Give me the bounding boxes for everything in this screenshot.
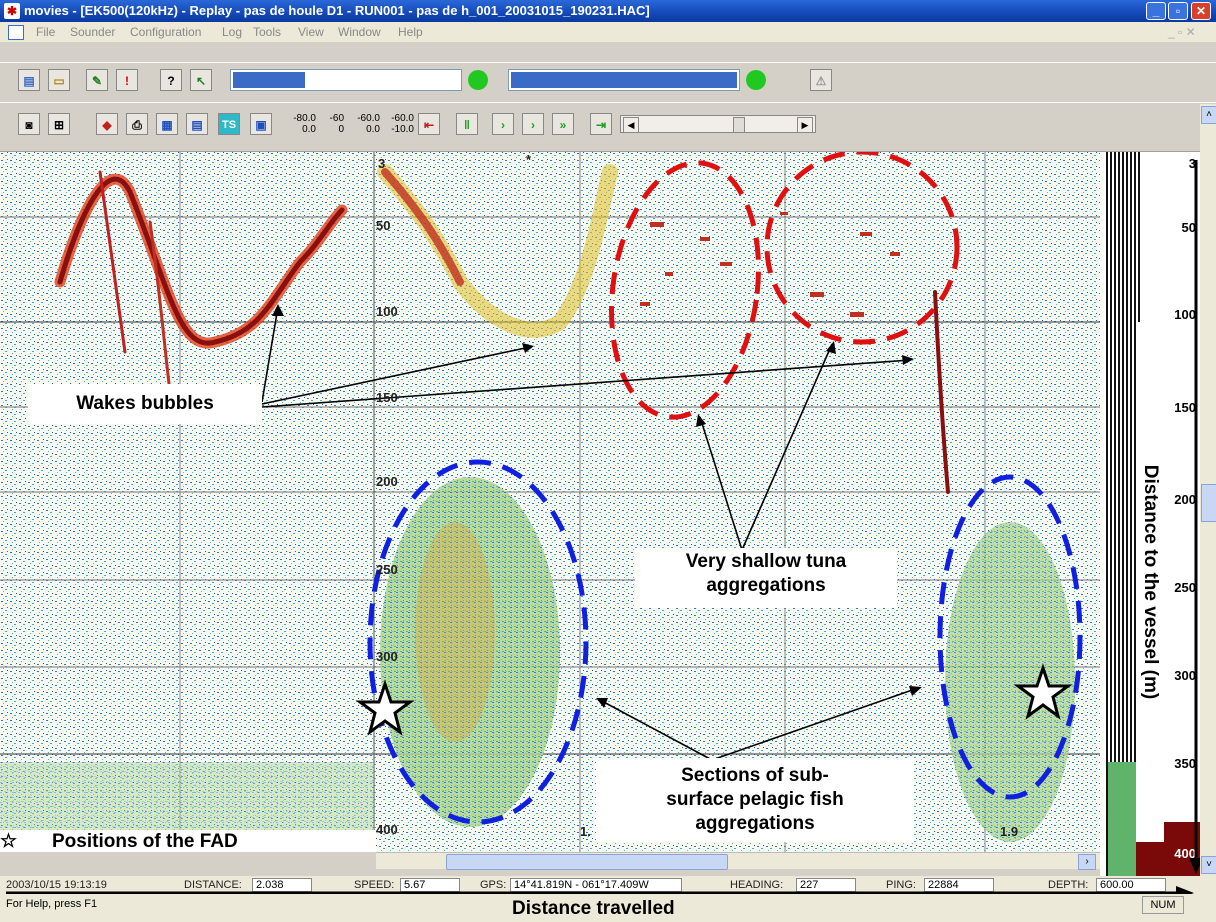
grid-depth-100: 100 (376, 304, 398, 319)
scroll-up-button[interactable]: ˄ (1201, 106, 1216, 124)
play-button[interactable]: › (522, 113, 544, 135)
num-lock-indicator: NUM (1142, 896, 1184, 914)
alert-button[interactable]: ! (116, 69, 138, 91)
step-forward-button[interactable]: › (492, 113, 514, 135)
threshold-4: -60.0 -10.0 (391, 113, 414, 135)
help-button[interactable]: ? (160, 69, 182, 91)
replay-toolbar: ◙ ⊞ ◆ ⎙ ▦ ▤ TS ▣ -80.0 0.0 -60 0 -60.0 0.0 … (0, 102, 1216, 152)
chart-button[interactable]: ▤ (186, 113, 208, 135)
grid-button[interactable]: ▦ (156, 113, 178, 135)
ts-button[interactable]: TS (218, 113, 240, 135)
threshold-1: -80.0 0.0 (293, 113, 316, 135)
scroll-down-button[interactable]: ˅ (1201, 856, 1216, 874)
grid-depth-50: 50 (376, 218, 391, 233)
title-bar: ✱ movies - [EK500(120kHz) - Replay - pas… (0, 0, 1216, 22)
network-button[interactable]: ⊞ (48, 113, 70, 135)
progress-bar-1 (230, 69, 462, 91)
vertical-scrollbar[interactable]: ˄ ˅ (1200, 104, 1216, 876)
echogram-plot[interactable] (0, 152, 1100, 852)
threshold-2: -60 0 (329, 113, 344, 135)
grid-depth-3: 3 (378, 156, 386, 171)
open-file-button[interactable]: ▤ (18, 69, 40, 91)
menu-view[interactable]: View (298, 25, 324, 39)
menu-log[interactable]: Log (222, 25, 242, 39)
status-bar: For Help, press F1 Distance travelled NU… (0, 894, 1216, 922)
menu-file[interactable]: File (36, 25, 55, 39)
echogram-button[interactable]: ◆ (96, 113, 118, 135)
help-text: For Help, press F1 (6, 898, 98, 910)
menu-configuration[interactable]: Configuration (130, 25, 201, 39)
bottom-marker-1: 1. (580, 824, 591, 839)
go-end-button[interactable]: ⇥ (590, 113, 612, 135)
echogram-background (0, 152, 1100, 852)
echogram-panel[interactable]: 3 50 100 150 200 250 300 400 1. 1.9 * Wa… (0, 152, 1100, 852)
close-button[interactable]: ✕ (1191, 2, 1211, 20)
threshold-3: -60.0 0.0 (357, 113, 380, 135)
horizontal-scroll-thumb[interactable] (446, 854, 728, 870)
scroll-right-button[interactable]: › (1078, 854, 1096, 870)
maximize-button[interactable]: ▫ (1168, 2, 1188, 20)
tuna-callout: Very shallow tuna aggregations (635, 548, 897, 608)
fad-callout: ☆ Positions of the FAD (0, 830, 376, 852)
progress-bar-2 (508, 69, 740, 91)
menu-bar: File Sounder Configuration Log Tools Vie… (0, 22, 1216, 42)
config-button[interactable]: ✎ (86, 69, 108, 91)
menu-help[interactable]: Help (398, 25, 423, 39)
exit-button[interactable]: ⇤ (418, 113, 440, 135)
main-toolbar: ▤ ▭ ✎ ! ? ↖ ⚠ (0, 62, 1216, 104)
folder-button[interactable]: ▭ (48, 69, 70, 91)
mdi-controls[interactable]: _ ▫ ✕ (1168, 25, 1196, 39)
context-help-button[interactable]: ↖ (190, 69, 212, 91)
x-axis-label: Distance travelled (512, 898, 675, 919)
menu-window[interactable]: Window (338, 25, 381, 39)
bottom-marker-2: 1.9 (1000, 824, 1019, 839)
document-icon[interactable] (8, 25, 24, 40)
app-icon[interactable]: ✱ (4, 3, 20, 19)
horizontal-scrollbar[interactable]: › (376, 852, 1100, 870)
grid-depth-150: 150 (376, 390, 398, 405)
menu-sounder[interactable]: Sounder (70, 25, 115, 39)
replay-slider[interactable]: ◀ ▶ (620, 115, 816, 133)
grid-depth-300: 300 (376, 649, 398, 664)
menu-tools[interactable]: Tools (253, 25, 281, 39)
camera-button[interactable]: ◙ (18, 113, 40, 135)
warning-button[interactable]: ⚠ (810, 69, 832, 91)
map-button[interactable]: ▣ (250, 113, 272, 135)
minimize-button[interactable]: _ (1146, 2, 1166, 20)
fast-forward-button[interactable]: » (552, 113, 574, 135)
pelagic-aggregation-right (945, 522, 1075, 842)
bottom-echo-green (1108, 762, 1136, 876)
status-light-2 (746, 70, 766, 90)
pelagic-callout: Sections of sub- surface pelagic fish ag… (596, 758, 914, 842)
print-button[interactable]: ⎙ (126, 113, 148, 135)
top-marker: * (526, 152, 532, 167)
status-light-1 (468, 70, 488, 90)
y-axis-label: Distance to the vessel (m) (1136, 322, 1164, 842)
grid-depth-250: 250 (376, 562, 398, 577)
pause-button[interactable]: ‖ (456, 113, 478, 135)
depth-scale-panel: 3 50 100 150 200 250 300 350 400 Distanc… (1100, 152, 1202, 876)
grid-depth-200: 200 (376, 474, 398, 489)
wakes-callout: Wakes bubbles (28, 384, 262, 424)
grid-depth-400: 400 (376, 822, 398, 837)
window-title: movies - [EK500(120kHz) - Replay - pas d… (24, 3, 650, 18)
vertical-scroll-thumb[interactable] (1201, 484, 1216, 522)
